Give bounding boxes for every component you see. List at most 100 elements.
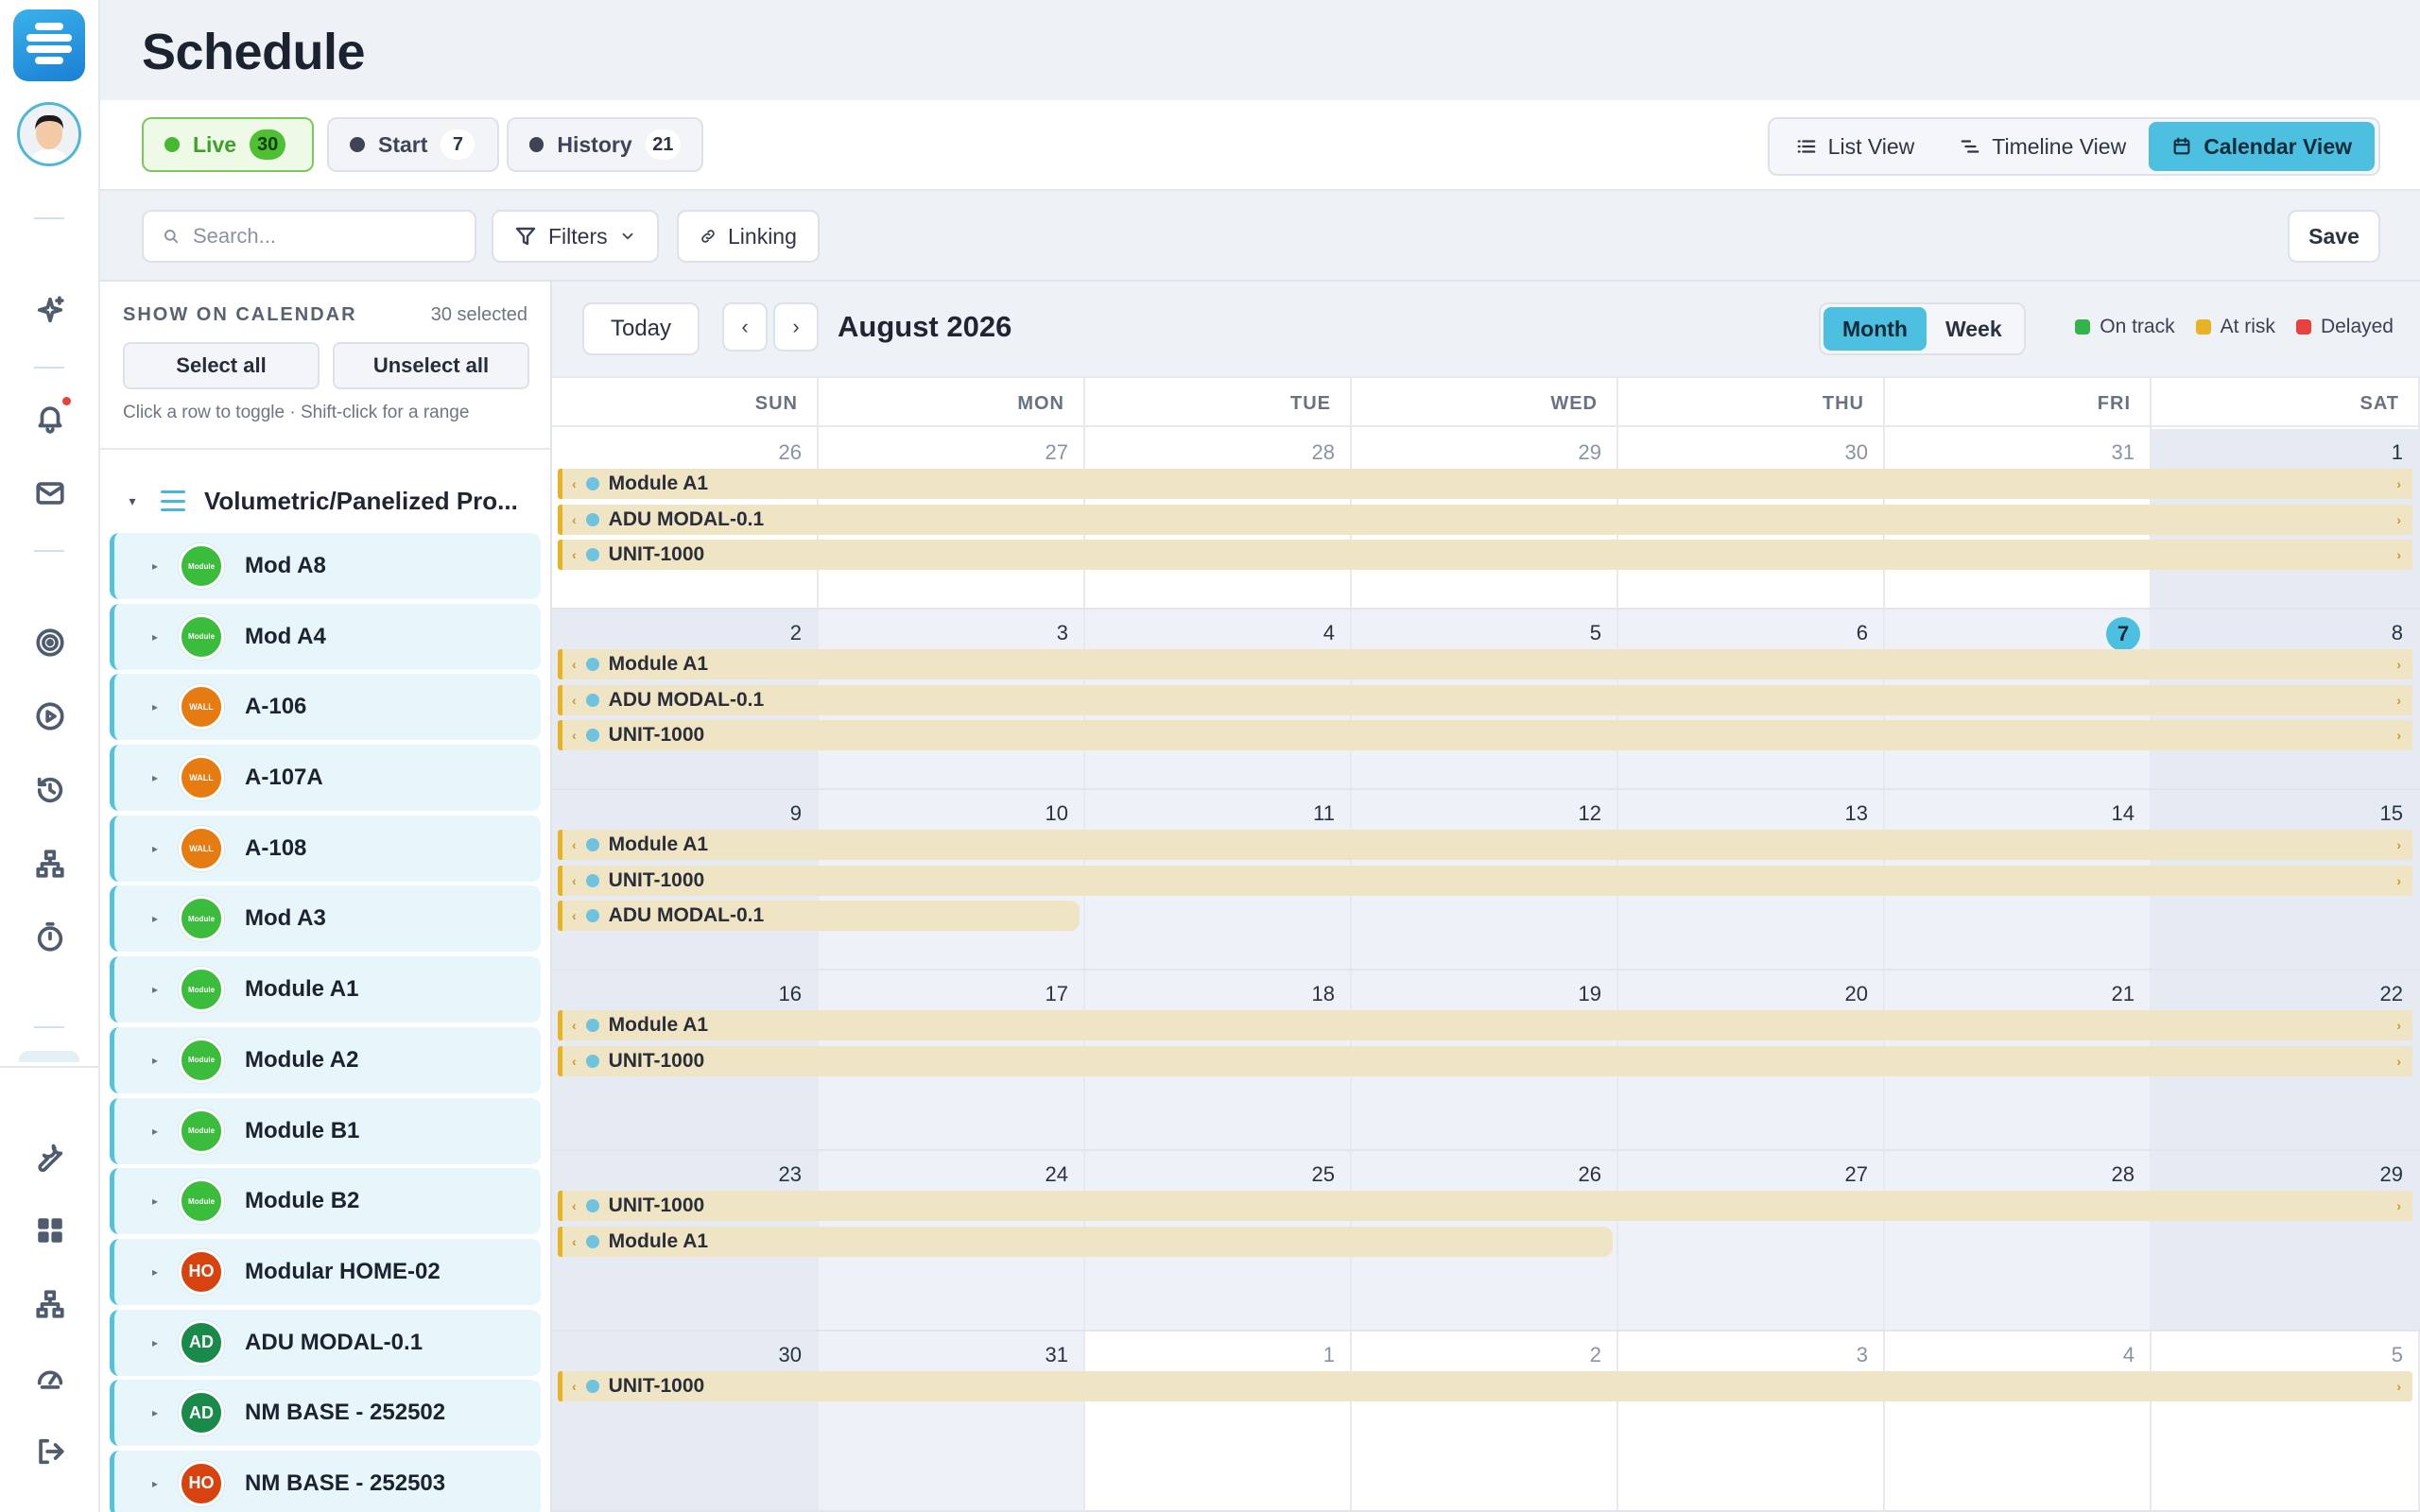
- list-view-button[interactable]: List View: [1773, 122, 1938, 171]
- item-badge: Module: [179, 543, 225, 589]
- sparkle-icon[interactable]: [31, 291, 69, 329]
- day-number: 7: [2106, 617, 2140, 651]
- play-icon[interactable]: [31, 697, 69, 735]
- logout-icon[interactable]: [31, 1433, 69, 1470]
- caret-right-icon[interactable]: ▸: [152, 1054, 158, 1067]
- list-item[interactable]: ▸ Module Mod A8: [110, 533, 541, 599]
- grid-icon[interactable]: [31, 1211, 69, 1249]
- unselect-all-button[interactable]: Unselect all: [333, 342, 529, 389]
- caret-right-icon[interactable]: ▸: [152, 1406, 158, 1419]
- caret-right-icon[interactable]: ▸: [152, 983, 158, 996]
- caret-right-icon[interactable]: ▸: [152, 771, 158, 784]
- caret-right-icon[interactable]: ▸: [152, 700, 158, 713]
- event-label: UNIT-1000: [608, 1375, 705, 1397]
- event-bar[interactable]: ‹ UNIT-1000 ›: [558, 1191, 2412, 1221]
- list-item[interactable]: ▸ WALL A-106: [110, 674, 541, 741]
- sitemap-icon[interactable]: [31, 1285, 69, 1323]
- day-cell[interactable]: 30: [552, 1332, 819, 1510]
- caret-right-icon[interactable]: ▸: [152, 1265, 158, 1279]
- filters-button[interactable]: Filters: [492, 210, 659, 263]
- list-item[interactable]: ▸ WALL A-107A: [110, 745, 541, 812]
- event-bar[interactable]: ‹ UNIT-1000 ›: [558, 1045, 2412, 1076]
- event-bar[interactable]: ‹ UNIT-1000 ›: [558, 720, 2412, 750]
- item-badge: AD: [179, 1390, 225, 1436]
- continues-left-icon: ‹: [572, 511, 577, 527]
- list-item[interactable]: ▸ Module Module B1: [110, 1097, 541, 1164]
- group-row[interactable]: ▾ Volumetric/Panelized Pro...: [123, 471, 535, 531]
- day-number: 10: [1045, 801, 1068, 825]
- target-icon[interactable]: [31, 624, 69, 662]
- legend-label: At risk: [2220, 316, 2275, 337]
- caret-right-icon[interactable]: ▸: [152, 559, 158, 573]
- event-bar[interactable]: ‹ Module A1: [558, 1226, 1613, 1257]
- day-cell[interactable]: 31: [819, 1332, 1085, 1510]
- list-item[interactable]: ▸ AD NM BASE - 252502: [110, 1380, 541, 1447]
- next-month-button[interactable]: ›: [773, 302, 819, 352]
- logo-icon[interactable]: [13, 9, 85, 81]
- continues-right-icon: ›: [2396, 1018, 2401, 1033]
- caret-right-icon[interactable]: ▸: [152, 912, 158, 925]
- event-bar[interactable]: ‹ ADU MODAL-0.1 ›: [558, 684, 2412, 715]
- list-item[interactable]: ▸ Module Module A2: [110, 1026, 541, 1093]
- prev-month-button[interactable]: ‹: [722, 302, 768, 352]
- event-bar[interactable]: ‹ Module A1 ›: [558, 830, 2412, 860]
- day-cell[interactable]: 1: [1085, 1332, 1352, 1510]
- day-cell[interactable]: 27: [1618, 1151, 1885, 1330]
- legend-on-track: On track: [2075, 316, 2175, 338]
- continues-right-icon: ›: [2396, 692, 2401, 708]
- timer-icon[interactable]: [31, 919, 69, 956]
- calendar-view-button[interactable]: Calendar View: [2149, 122, 2375, 171]
- day-cell[interactable]: 3: [1618, 1332, 1885, 1510]
- linking-label: Linking: [728, 223, 797, 249]
- linking-button[interactable]: Linking: [677, 210, 820, 263]
- day-cell[interactable]: 29: [2152, 1151, 2420, 1330]
- caret-right-icon[interactable]: ▸: [152, 1125, 158, 1138]
- list-item[interactable]: ▸ AD ADU MODAL-0.1: [110, 1309, 541, 1376]
- list-item[interactable]: ▸ Module Module A1: [110, 956, 541, 1023]
- mail-icon[interactable]: [31, 474, 69, 512]
- event-bar[interactable]: ‹ ADU MODAL-0.1: [558, 901, 1080, 931]
- month-button[interactable]: Month: [1824, 307, 1927, 351]
- list-item[interactable]: ▸ Module Mod A4: [110, 603, 541, 670]
- caret-right-icon[interactable]: ▸: [152, 1477, 158, 1490]
- wrench-icon[interactable]: [31, 1138, 69, 1176]
- list-item[interactable]: ▸ Module Mod A3: [110, 885, 541, 953]
- tab-history[interactable]: History 21: [507, 117, 703, 172]
- week-row: 23 24 25 26 27 28 29 ‹ UNIT-1000 › ‹ Module A1: [552, 1151, 2420, 1332]
- history-icon[interactable]: [31, 771, 69, 809]
- day-cell[interactable]: 5: [2152, 1332, 2420, 1510]
- event-bar[interactable]: ‹ UNIT-1000 ›: [558, 540, 2412, 570]
- tab-live[interactable]: Live 30: [142, 117, 314, 172]
- network-icon[interactable]: [31, 845, 69, 883]
- list-item[interactable]: ▸ HO Modular HOME-02: [110, 1238, 541, 1305]
- today-button[interactable]: Today: [582, 302, 700, 355]
- caret-right-icon[interactable]: ▸: [152, 1336, 158, 1349]
- select-all-button[interactable]: Select all: [123, 342, 320, 389]
- event-bar[interactable]: ‹ Module A1 ›: [558, 1010, 2412, 1040]
- timeline-view-button[interactable]: Timeline View: [1937, 122, 2149, 171]
- caret-down-icon[interactable]: ▾: [123, 493, 142, 509]
- day-cell[interactable]: 28: [1885, 1151, 2152, 1330]
- calendar-icon: [2173, 137, 2190, 155]
- day-cell[interactable]: 4: [1885, 1332, 2152, 1510]
- day-number: 8: [2391, 621, 2403, 644]
- caret-right-icon[interactable]: ▸: [152, 842, 158, 855]
- week-button[interactable]: Week: [1927, 307, 2021, 351]
- day-cell[interactable]: 2: [1352, 1332, 1618, 1510]
- event-bar[interactable]: ‹ Module A1 ›: [558, 649, 2412, 679]
- gauge-icon[interactable]: [31, 1359, 69, 1397]
- avatar[interactable]: [17, 102, 81, 166]
- caret-right-icon[interactable]: ▸: [152, 630, 158, 644]
- list-item[interactable]: ▸ WALL A-108: [110, 815, 541, 882]
- list-item[interactable]: ▸ HO NM BASE - 252503: [110, 1450, 541, 1512]
- list-item[interactable]: ▸ Module Module B2: [110, 1168, 541, 1235]
- tab-start[interactable]: Start 7: [327, 117, 499, 172]
- search-input[interactable]: [192, 224, 456, 249]
- save-button[interactable]: Save: [2288, 210, 2380, 263]
- event-bar[interactable]: ‹ Module A1 ›: [558, 469, 2412, 499]
- event-bar[interactable]: ‹ ADU MODAL-0.1 ›: [558, 504, 2412, 535]
- day-number: 30: [778, 1343, 802, 1366]
- caret-right-icon[interactable]: ▸: [152, 1194, 158, 1208]
- event-bar[interactable]: ‹ UNIT-1000 ›: [558, 865, 2412, 896]
- event-bar[interactable]: ‹ UNIT-1000 ›: [558, 1371, 2412, 1401]
